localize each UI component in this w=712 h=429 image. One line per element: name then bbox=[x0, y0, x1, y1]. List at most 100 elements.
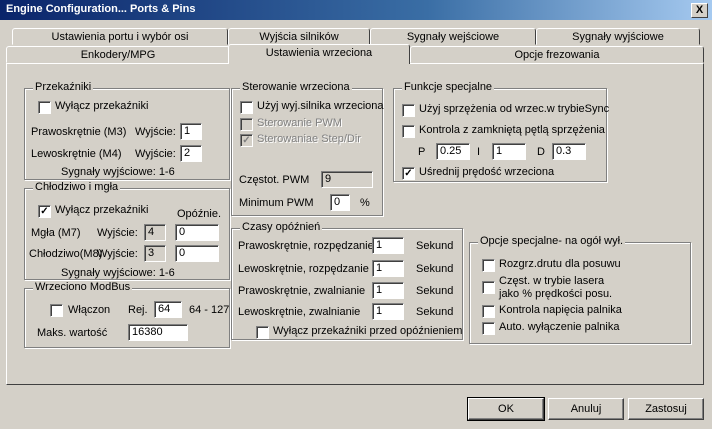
torch-voltage-checkbox[interactable] bbox=[482, 305, 495, 318]
stepdir-control-label: Sterowaniae Step/Dir bbox=[257, 133, 361, 145]
delay-unit-label: Sekund bbox=[416, 263, 454, 275]
register-input[interactable]: 64 bbox=[154, 301, 182, 318]
delay-cw-spinup-input[interactable]: 1 bbox=[372, 237, 404, 254]
tab-spindle-setup[interactable]: Ustawienia wrzeciona bbox=[228, 44, 410, 64]
pwm-percent-label: % bbox=[360, 197, 370, 209]
sync-feedback-checkbox[interactable] bbox=[402, 104, 415, 117]
general-options-group: Opcje specjalne- na ogół wył. Rozgrz.dru… bbox=[469, 235, 691, 344]
coolant-disable-checkbox: ✓ bbox=[38, 205, 51, 218]
title-bar: Engine Configuration... Ports & Pins X bbox=[0, 0, 712, 20]
pwm-frequency-label: Częstot. PWM bbox=[239, 174, 310, 186]
delay-header: Opóźnie. bbox=[177, 208, 222, 220]
cw-label: Prawoskrętnie (M3) bbox=[31, 126, 127, 138]
window-title: Engine Configuration... Ports & Pins bbox=[6, 3, 196, 15]
special-functions-group: Funkcje specjalne Użyj sprzężenia od wrz… bbox=[393, 81, 610, 182]
ccw-output-label: Wyjście: bbox=[135, 148, 176, 160]
delays-title: Czasy opóźnień bbox=[240, 221, 323, 233]
d-label: D bbox=[537, 146, 545, 158]
ccw-output-input[interactable]: 2 bbox=[180, 145, 202, 162]
tab-mill-options[interactable]: Opcje frezowania bbox=[410, 46, 704, 63]
closed-loop-label: Kontrola z zamkniętą pętlą sprzężenia bbox=[419, 124, 605, 136]
flood-output-label: Wyjście: bbox=[97, 248, 138, 260]
average-speed-checkbox[interactable]: ✓ bbox=[402, 167, 415, 180]
flood-delay-input[interactable]: 0 bbox=[175, 245, 219, 262]
p-gain-input[interactable]: 0.25 bbox=[436, 143, 470, 160]
delays-group: Czasy opóźnień Prawoskrętnie, rozpędzani… bbox=[231, 221, 463, 340]
i-label: I bbox=[477, 146, 481, 158]
closed-loop-checkbox[interactable] bbox=[402, 125, 415, 138]
flood-label: Chłodziwo(M8) bbox=[29, 248, 103, 260]
tab-port-setup[interactable]: Ustawienia portu i wybór osi bbox=[12, 28, 228, 45]
tab-output-signals[interactable]: Sygnały wyjściowe bbox=[536, 28, 700, 45]
disable-relays-before-delay-label: Wyłącz przekaźniki przed opóźnieniem bbox=[273, 325, 463, 337]
delay-unit-label: Sekund bbox=[416, 240, 454, 252]
delay-row-label: Prawoskrętnie, rozpędzanie bbox=[238, 240, 374, 252]
mist-output-label: Wyjście: bbox=[97, 227, 138, 239]
cw-output-label: Wyjście: bbox=[135, 126, 176, 138]
delay-unit-label: Sekund bbox=[416, 285, 454, 297]
flood-output-input[interactable]: 3 bbox=[144, 245, 166, 262]
pwm-control-checkbox[interactable] bbox=[240, 118, 253, 131]
disable-relays-label: Wyłącz przekaźniki bbox=[55, 100, 149, 112]
spindle-control-title: Sterowanie wrzeciona bbox=[240, 81, 352, 93]
delay-row-label: Lewoskrętnie, zwalnianie bbox=[238, 306, 361, 318]
delay-row-label: Prawoskrętnie, zwalnianie bbox=[238, 285, 366, 297]
modbus-enable-label: Włączon bbox=[68, 304, 111, 316]
laser-frequency-label-line2: jako % prędkości posu. bbox=[499, 288, 613, 300]
torch-auto-off-checkbox[interactable] bbox=[482, 322, 495, 335]
max-value-label: Maks. wartość bbox=[37, 327, 108, 339]
use-spindle-motor-label: Użyj wyj.silnika wrzeciona bbox=[257, 100, 384, 112]
wire-preheat-checkbox[interactable] bbox=[482, 259, 495, 272]
special-functions-title: Funkcje specjalne bbox=[402, 81, 495, 93]
apply-button[interactable]: Zastosuj bbox=[628, 398, 704, 420]
coolant-disable-label: Wyłącz przekaźniki bbox=[55, 204, 149, 216]
ccw-label: Lewoskrętnie (M4) bbox=[31, 148, 122, 160]
modbus-enable-checkbox[interactable] bbox=[50, 304, 63, 317]
relays-outputs-note: Sygnały wyjściowe: 1-6 bbox=[61, 166, 175, 178]
modbus-group: Wrzeciono ModBus Włączon Rej. 64 64 - 12… bbox=[24, 281, 230, 348]
delay-ccw-spindown-input[interactable]: 1 bbox=[372, 303, 404, 320]
disable-relays-before-delay-checkbox[interactable] bbox=[256, 326, 269, 339]
laser-frequency-label: Częst. w trybie lasera bbox=[499, 275, 605, 287]
relays-title: Przekaźniki bbox=[33, 81, 94, 93]
cancel-button[interactable]: Anuluj bbox=[548, 398, 624, 420]
tab-panel: Przekaźniki Wyłącz przekaźniki Prawoskrę… bbox=[6, 63, 704, 385]
coolant-outputs-note: Sygnały wyjściowe: 1-6 bbox=[61, 267, 175, 279]
max-value-input[interactable]: 16380 bbox=[128, 324, 188, 341]
use-spindle-motor-checkbox[interactable] bbox=[240, 101, 253, 114]
cw-output-input[interactable]: 1 bbox=[180, 123, 202, 140]
ok-button[interactable]: OK bbox=[467, 397, 545, 421]
delay-row-label: Lewoskrętnie, rozpędzanie bbox=[238, 263, 369, 275]
tab-input-signals[interactable]: Sygnały wejściowe bbox=[370, 28, 536, 45]
average-speed-label: Uśrednij prędość wrzeciona bbox=[419, 166, 555, 178]
coolant-title: Chłodziwo i mgła bbox=[33, 181, 121, 193]
sync-feedback-label: Użyj sprzężenia od wrzec.w trybieSync bbox=[419, 103, 610, 115]
modbus-title: Wrzeciono ModBus bbox=[33, 281, 133, 293]
pwm-minimum-label: Minimum PWM bbox=[239, 197, 314, 209]
d-gain-input[interactable]: 0.3 bbox=[552, 143, 586, 160]
delay-ccw-spinup-input[interactable]: 1 bbox=[372, 260, 404, 277]
torch-auto-off-label: Auto. wyłączenie palnika bbox=[499, 321, 620, 333]
mist-delay-input[interactable]: 0 bbox=[175, 224, 219, 241]
pwm-control-label: Sterowanie PWM bbox=[257, 117, 342, 129]
coolant-group: Chłodziwo i mgła ✓ Wyłącz przekaźniki Op… bbox=[24, 181, 230, 280]
laser-frequency-checkbox[interactable] bbox=[482, 281, 495, 294]
mist-output-input[interactable]: 4 bbox=[144, 224, 166, 241]
register-label: Rej. bbox=[128, 304, 148, 316]
i-gain-input[interactable]: 1 bbox=[492, 143, 526, 160]
delay-cw-spindown-input[interactable]: 1 bbox=[372, 282, 404, 299]
relays-group: Przekaźniki Wyłącz przekaźniki Prawoskrę… bbox=[24, 81, 230, 180]
tab-motor-outputs[interactable]: Wyjścia silników bbox=[228, 28, 370, 45]
delay-unit-label: Sekund bbox=[416, 306, 454, 318]
general-options-title: Opcje specjalne- na ogół wył. bbox=[478, 235, 626, 247]
stepdir-control-checkbox[interactable]: ✓ bbox=[240, 134, 253, 147]
mist-label: Mgła (M7) bbox=[31, 227, 81, 239]
tab-encoders[interactable]: Enkodery/MPG bbox=[6, 46, 230, 63]
close-button[interactable]: X bbox=[691, 3, 708, 18]
p-label: P bbox=[418, 146, 426, 158]
disable-relays-checkbox[interactable] bbox=[38, 101, 51, 114]
spindle-control-group: Sterowanie wrzeciona Użyj wyj.silnika wr… bbox=[231, 81, 384, 216]
wire-preheat-label: Rozgrz.drutu dla posuwu bbox=[499, 258, 621, 270]
pwm-minimum-input[interactable]: 0 bbox=[330, 194, 350, 211]
pwm-frequency-input[interactable]: 9 bbox=[321, 171, 373, 188]
